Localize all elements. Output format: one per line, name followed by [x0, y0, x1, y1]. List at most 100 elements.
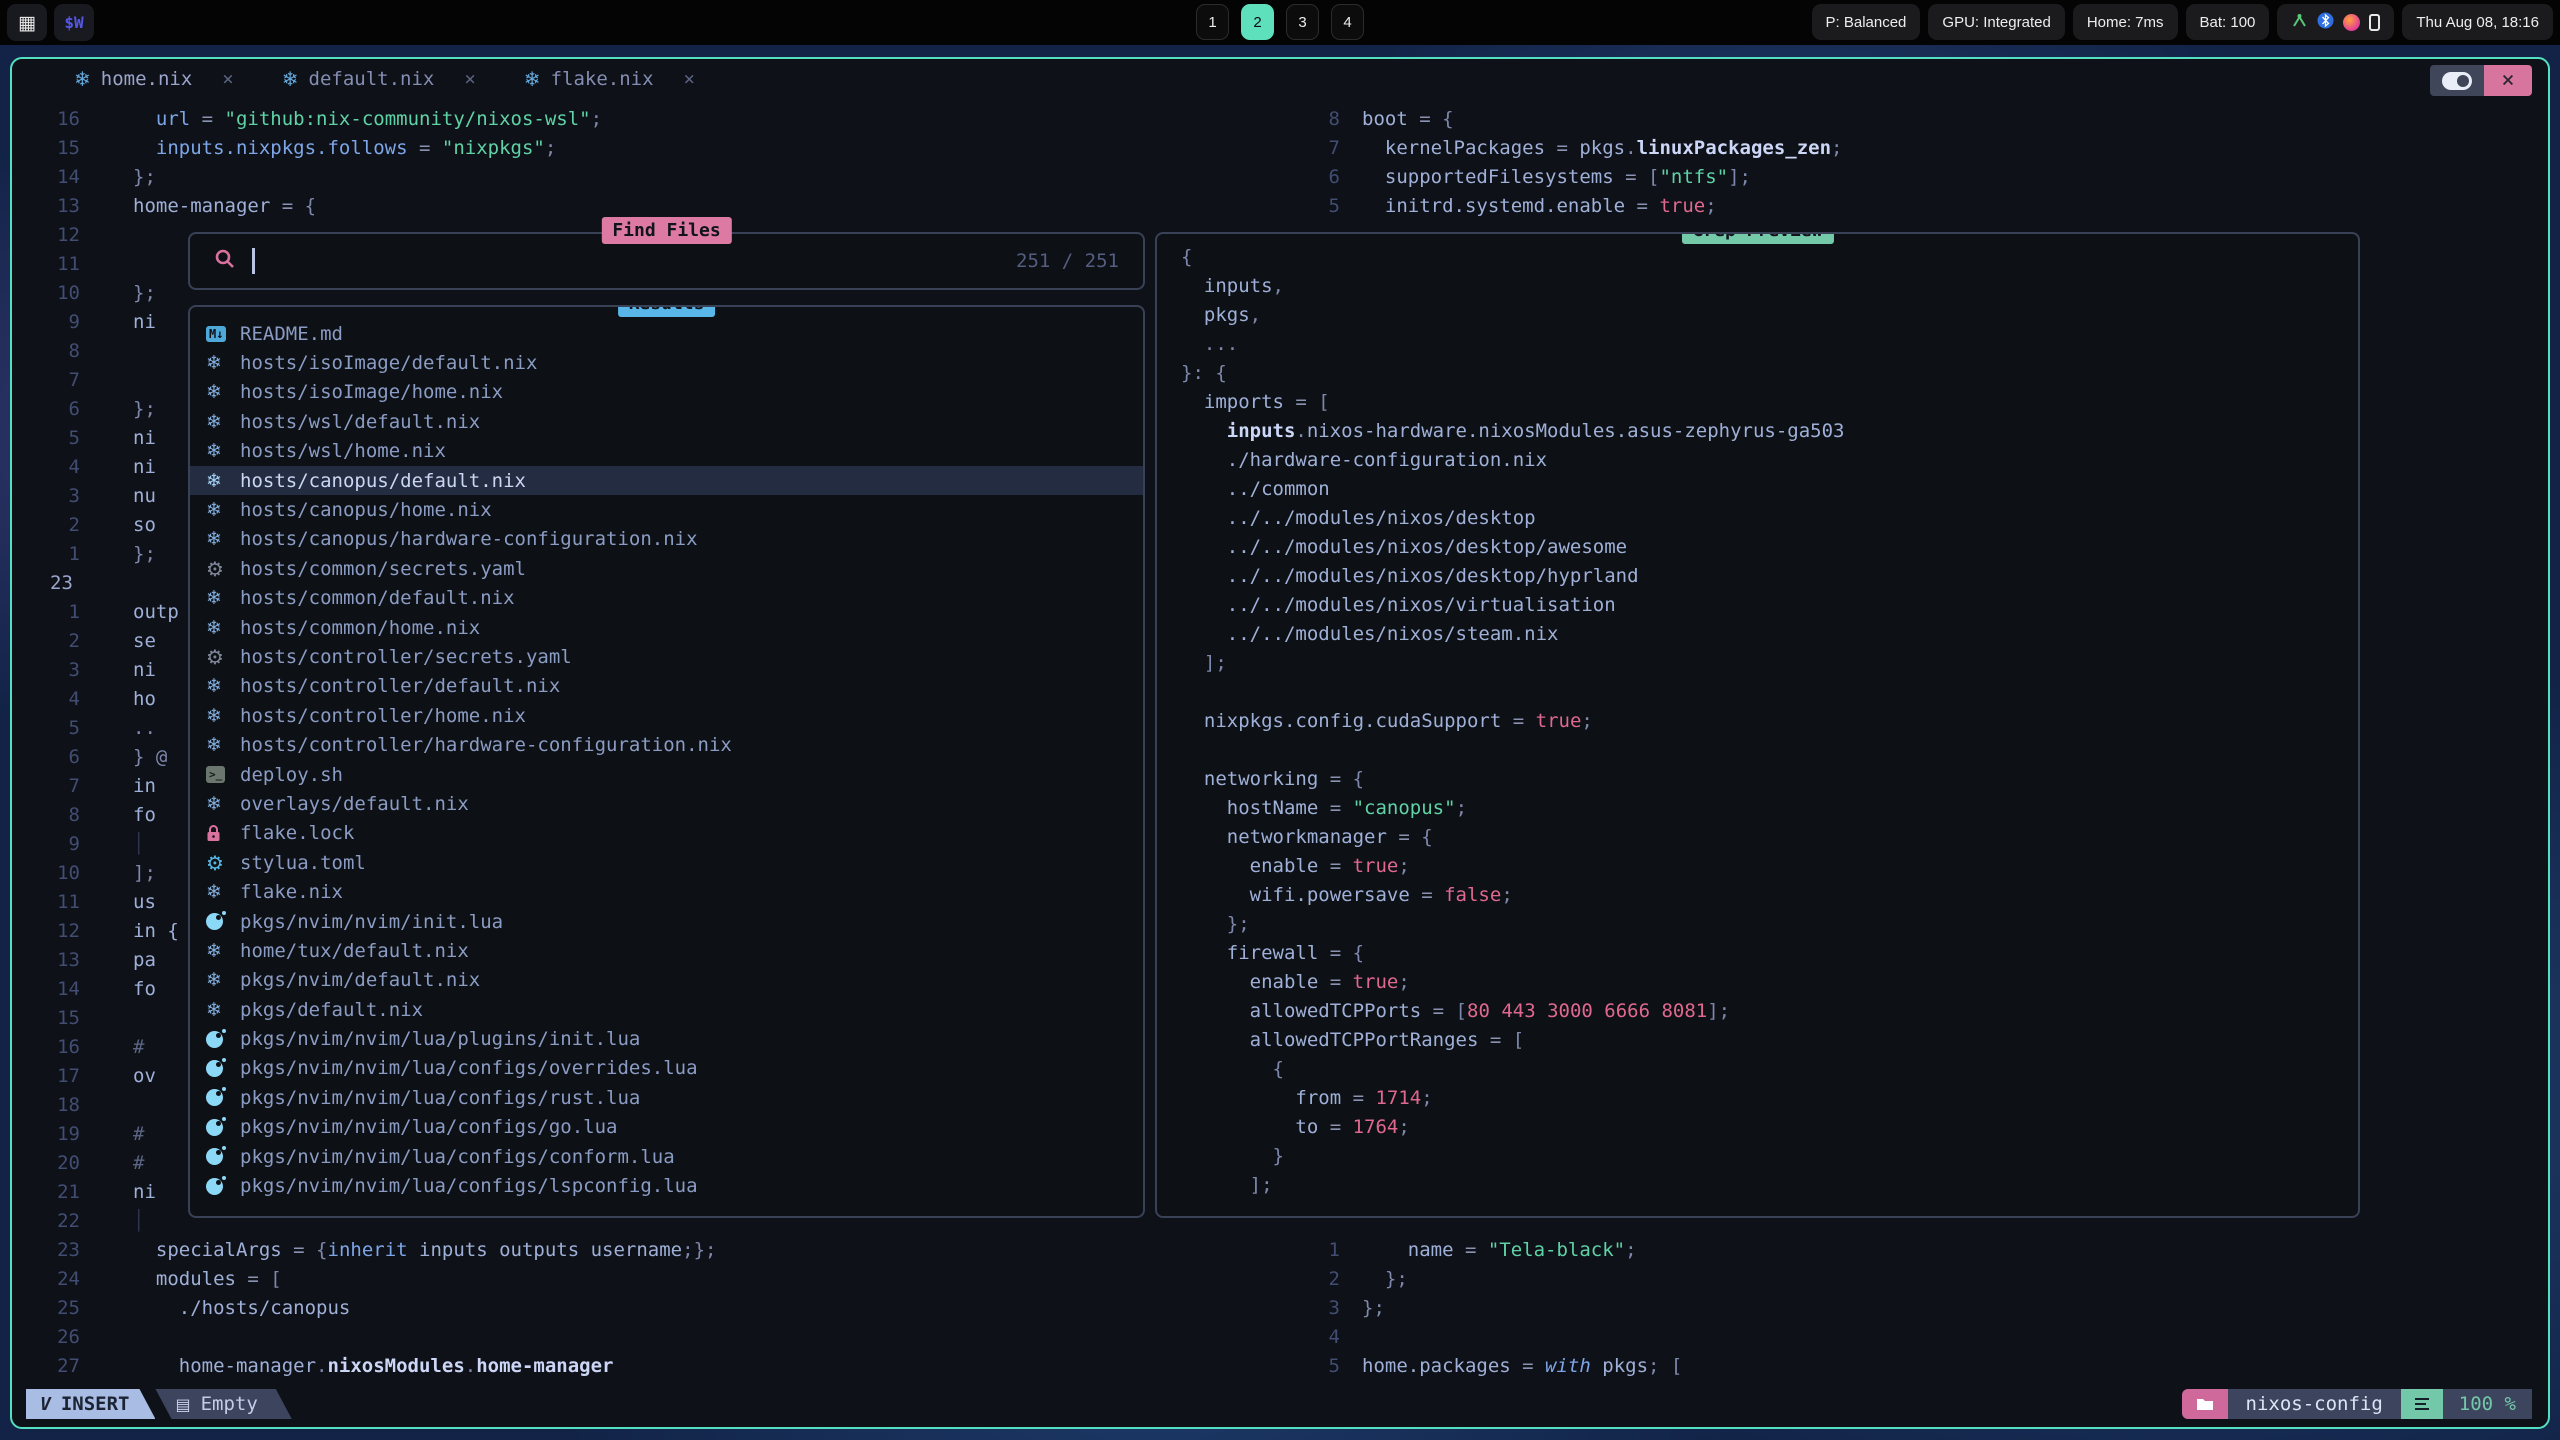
- repo-name: nixos-config: [2228, 1389, 2401, 1419]
- file-icon: ▤: [175, 1395, 190, 1414]
- workspace-button-2[interactable]: 2: [1241, 4, 1274, 40]
- workspace-button-4[interactable]: 4: [1331, 4, 1364, 40]
- file-result[interactable]: ❄hosts/isoImage/home.nix: [190, 378, 1143, 407]
- file-result[interactable]: ⚙stylua.toml: [190, 848, 1143, 877]
- file-name: README.md: [240, 323, 343, 345]
- results-list: M↓README.md❄hosts/isoImage/default.nix❄h…: [190, 319, 1143, 1201]
- line-number: 12: [12, 920, 80, 942]
- system-tray[interactable]: [2277, 4, 2394, 40]
- line-number: 2: [12, 514, 80, 536]
- tab-close-icon[interactable]: ×: [464, 68, 475, 90]
- close-icon: ×: [2501, 68, 2514, 93]
- file-result[interactable]: pkgs/nvim/nvim/init.lua: [190, 907, 1143, 936]
- file-name: hosts/isoImage/default.nix: [240, 352, 537, 374]
- file-result[interactable]: ❄hosts/controller/default.nix: [190, 672, 1143, 701]
- tab-label: home.nix: [101, 68, 193, 90]
- file-name: hosts/wsl/default.nix: [240, 411, 480, 433]
- tab-home.nix[interactable]: ❄home.nix×: [74, 67, 234, 91]
- repo-segment: [2182, 1389, 2228, 1419]
- file-name: overlays/default.nix: [240, 793, 469, 815]
- phone-icon: [2369, 14, 2380, 31]
- file-result[interactable]: pkgs/nvim/nvim/lua/configs/rust.lua: [190, 1083, 1143, 1112]
- file-result[interactable]: ❄hosts/canopus/hardware-configuration.ni…: [190, 525, 1143, 554]
- file-result[interactable]: ❄flake.nix: [190, 877, 1143, 906]
- preview-line: from = 1714;: [1181, 1087, 2358, 1116]
- file-result[interactable]: ❄pkgs/nvim/default.nix: [190, 966, 1143, 995]
- file-result[interactable]: >_deploy.sh: [190, 760, 1143, 789]
- nix-icon: ❄: [206, 999, 240, 1021]
- workspace-button-1[interactable]: 1: [1196, 4, 1229, 40]
- clock-module: Thu Aug 08, 18:16: [2402, 4, 2553, 40]
- file-result[interactable]: ⚙hosts/controller/secrets.yaml: [190, 642, 1143, 671]
- find-files-prompt[interactable]: Find Files 251 / 251: [188, 232, 1145, 290]
- lua-icon: [206, 913, 240, 930]
- file-name: pkgs/nvim/nvim/lua/configs/overrides.lua: [240, 1057, 698, 1079]
- file-result[interactable]: ❄hosts/wsl/home.nix: [190, 437, 1143, 466]
- logo-button[interactable]: $W: [54, 4, 94, 41]
- nix-icon: ❄: [206, 793, 240, 815]
- file-result[interactable]: pkgs/nvim/nvim/lua/configs/lspconfig.lua: [190, 1171, 1143, 1200]
- file-result[interactable]: flake.lock: [190, 819, 1143, 848]
- statusline: V INSERT ▤ Empty nixos-config 100 %: [14, 1389, 2546, 1419]
- lua-icon: [206, 1148, 240, 1165]
- tab-flake.nix[interactable]: ❄flake.nix×: [524, 67, 695, 91]
- preview-line: ../../modules/nixos/desktop: [1181, 507, 2358, 536]
- code-line: 24 modules = [: [12, 1264, 1287, 1293]
- file-name: hosts/controller/default.nix: [240, 675, 560, 697]
- nix-icon: ❄: [206, 352, 240, 374]
- line-number: 14: [12, 978, 80, 1000]
- line-number: 20: [12, 1152, 80, 1174]
- line-number: 9: [12, 311, 80, 333]
- file-name: deploy.sh: [240, 764, 343, 786]
- file-name: flake.lock: [240, 822, 354, 844]
- tab-close-icon[interactable]: ×: [222, 68, 233, 90]
- file-result[interactable]: pkgs/nvim/nvim/lua/plugins/init.lua: [190, 1024, 1143, 1053]
- file-result[interactable]: ❄hosts/controller/hardware-configuration…: [190, 730, 1143, 759]
- file-label: Empty: [201, 1393, 258, 1415]
- preview-line: {: [1181, 246, 2358, 275]
- file-result[interactable]: pkgs/nvim/nvim/lua/configs/conform.lua: [190, 1142, 1143, 1171]
- nix-icon: ❄: [206, 881, 240, 903]
- file-result[interactable]: ❄hosts/common/default.nix: [190, 584, 1143, 613]
- nix-icon: ❄: [206, 499, 240, 521]
- line-number: 6: [12, 398, 80, 420]
- file-result[interactable]: ❄overlays/default.nix: [190, 789, 1143, 818]
- tab-close-icon[interactable]: ×: [684, 68, 695, 90]
- line-number: 18: [12, 1094, 80, 1116]
- file-result[interactable]: ❄pkgs/default.nix: [190, 995, 1143, 1024]
- line-number: 5: [12, 427, 80, 449]
- file-result[interactable]: ❄hosts/controller/home.nix: [190, 701, 1143, 730]
- line-number: 1: [12, 543, 80, 565]
- workspace-button-3[interactable]: 3: [1286, 4, 1319, 40]
- preview-line: pkgs,: [1181, 304, 2358, 333]
- file-result[interactable]: ❄hosts/canopus/default.nix: [190, 466, 1143, 495]
- file-name: pkgs/nvim/nvim/init.lua: [240, 911, 503, 933]
- line-number: 23: [12, 1239, 80, 1261]
- preview-line: }: [1181, 1145, 2358, 1174]
- file-result[interactable]: ❄hosts/canopus/home.nix: [190, 495, 1143, 524]
- file-result[interactable]: ⚙hosts/common/secrets.yaml: [190, 554, 1143, 583]
- lua-icon: [206, 1178, 240, 1195]
- file-indicator: ▤ Empty: [147, 1389, 291, 1419]
- tab-default.nix[interactable]: ❄default.nix×: [282, 67, 476, 91]
- file-result[interactable]: M↓README.md: [190, 319, 1143, 348]
- file-result[interactable]: ❄home/tux/default.nix: [190, 936, 1143, 965]
- yaml-icon: ⚙: [206, 645, 240, 669]
- file-result[interactable]: ❄hosts/common/home.nix: [190, 613, 1143, 642]
- file-result[interactable]: pkgs/nvim/nvim/lua/configs/overrides.lua: [190, 1054, 1143, 1083]
- file-result[interactable]: pkgs/nvim/nvim/lua/configs/go.lua: [190, 1113, 1143, 1142]
- media-icon: [2343, 14, 2360, 31]
- preview-line: networking = {: [1181, 768, 2358, 797]
- code-line: 6 supportedFilesystems = ["ntfs"];: [1292, 162, 2547, 191]
- file-result[interactable]: ❄hosts/isoImage/default.nix: [190, 348, 1143, 377]
- window-close-button[interactable]: ×: [2484, 65, 2532, 96]
- app-launcher-button[interactable]: ▦: [7, 4, 47, 41]
- file-name: hosts/canopus/default.nix: [240, 470, 526, 492]
- code-line: 4: [1292, 1322, 2547, 1351]
- file-name: pkgs/default.nix: [240, 999, 423, 1021]
- nix-icon: ❄: [206, 381, 240, 403]
- pin-toggle-button[interactable]: [2430, 65, 2484, 96]
- line-number: 9: [12, 833, 80, 855]
- preview-line: wifi.powersave = false;: [1181, 884, 2358, 913]
- file-result[interactable]: ❄hosts/wsl/default.nix: [190, 407, 1143, 436]
